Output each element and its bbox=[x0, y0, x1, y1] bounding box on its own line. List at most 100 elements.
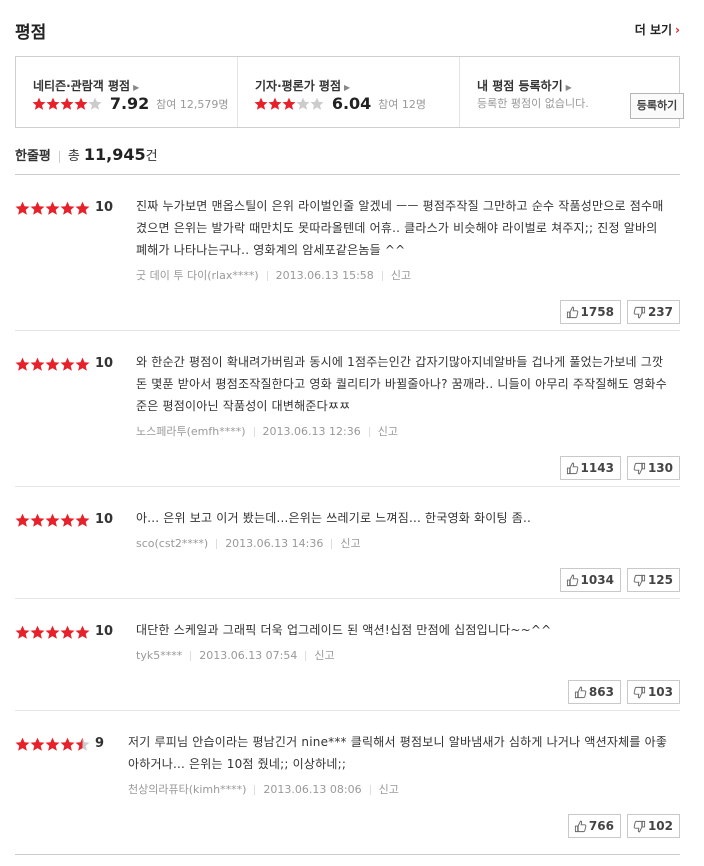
star-icon bbox=[60, 513, 75, 527]
report-link[interactable]: 신고 bbox=[378, 425, 398, 438]
audience-score: 7.92 bbox=[109, 94, 150, 113]
rating-header: 평점 더 보기 › bbox=[15, 18, 680, 46]
thumbs-up-icon bbox=[574, 685, 589, 699]
audience-rating-panel: 네티즌·관람객 평점 ▶ 7.92 참여 12,579명 bbox=[16, 57, 237, 127]
like-button[interactable]: 1758 bbox=[559, 300, 621, 324]
star-icon bbox=[15, 513, 30, 527]
star-icon bbox=[60, 201, 75, 215]
critic-score: 6.04 bbox=[331, 94, 372, 113]
dislike-count: 237 bbox=[647, 305, 673, 319]
star-icon bbox=[310, 97, 324, 110]
star-icon bbox=[15, 201, 30, 215]
star-icon bbox=[30, 625, 45, 639]
review-total-count: 11,945 bbox=[83, 145, 146, 164]
separator bbox=[381, 271, 383, 281]
star-icon bbox=[15, 357, 30, 371]
star-icon bbox=[30, 201, 45, 215]
star-icon bbox=[45, 201, 60, 215]
thumbs-up-icon bbox=[566, 573, 581, 587]
review-author[interactable]: 노스페라투(emfh****) bbox=[136, 425, 246, 438]
report-link[interactable]: 신고 bbox=[314, 649, 334, 662]
review-item: 10 진짜 누가보면 맨옵스틸이 은위 라이벌인줄 알겠네 ㅡㅡ 평점주작질 그… bbox=[15, 175, 680, 331]
rating-summary-box: 네티즌·관람객 평점 ▶ 7.92 참여 12,579명 기자·평론가 평점 ▶ 6… bbox=[15, 56, 684, 128]
dislike-button[interactable]: 130 bbox=[626, 456, 680, 480]
dislike-button[interactable]: 237 bbox=[626, 300, 680, 324]
separator bbox=[331, 539, 333, 549]
my-rating-note: 등록한 평점이 없습니다. bbox=[477, 97, 589, 110]
report-link[interactable]: 신고 bbox=[379, 783, 399, 796]
review-author[interactable]: 천상의라퓨타(kimh****) bbox=[128, 783, 246, 796]
my-rating-link[interactable]: 내 평점 등록하기 ▶ bbox=[477, 77, 572, 94]
star-icon bbox=[75, 737, 90, 751]
critic-rating-link[interactable]: 기자·평론가 평점 ▶ bbox=[255, 77, 350, 94]
star-icon bbox=[30, 737, 45, 751]
review-score: 9 bbox=[95, 736, 105, 751]
star-icon bbox=[75, 625, 90, 639]
review-score: 10 bbox=[95, 624, 114, 639]
star-icon bbox=[60, 737, 75, 751]
section-title: 평점 bbox=[15, 23, 47, 43]
review-star-rating bbox=[15, 625, 90, 640]
star-icon bbox=[45, 357, 60, 371]
star-icon bbox=[45, 625, 60, 639]
like-count: 766 bbox=[588, 819, 614, 833]
total-prefix: 총 bbox=[67, 149, 80, 164]
review-star-rating bbox=[15, 737, 90, 752]
star-icon bbox=[282, 97, 296, 110]
caret-right-icon: ▶ bbox=[133, 83, 140, 92]
separator bbox=[368, 427, 370, 437]
report-link[interactable]: 신고 bbox=[391, 269, 411, 282]
one-line-review-label: 한줄평 bbox=[15, 149, 51, 164]
review-author[interactable]: sco(cst2****) bbox=[136, 537, 208, 550]
report-link[interactable]: 신고 bbox=[340, 537, 360, 550]
like-count: 1034 bbox=[580, 573, 614, 587]
review-score: 10 bbox=[95, 200, 114, 215]
my-rating-label: 내 평점 등록하기 bbox=[477, 79, 563, 93]
review-score: 10 bbox=[95, 512, 114, 527]
separator bbox=[254, 785, 256, 795]
critic-participants: 참여 12명 bbox=[378, 97, 426, 111]
review-author[interactable]: 굿 데이 투 다이(rlax****) bbox=[136, 269, 259, 282]
review-item: 10 대단한 스케일과 그래픽 더욱 업그레이드 된 액션!십점 만점에 십점입… bbox=[15, 599, 680, 711]
star-icon bbox=[88, 97, 102, 110]
like-button[interactable]: 863 bbox=[567, 680, 621, 704]
audience-rating-link[interactable]: 네티즌·관람객 평점 ▶ bbox=[33, 77, 139, 94]
count-unit: 건 bbox=[145, 149, 158, 164]
dislike-count: 103 bbox=[647, 685, 673, 699]
more-link[interactable]: 더 보기 › bbox=[635, 21, 680, 38]
review-score: 10 bbox=[95, 356, 114, 371]
like-button[interactable]: 1034 bbox=[559, 568, 621, 592]
dislike-button[interactable]: 102 bbox=[626, 814, 680, 838]
critic-rating-label: 기자·평론가 평점 bbox=[255, 79, 342, 93]
review-date: 2013.06.13 14:36 bbox=[225, 537, 324, 550]
like-button[interactable]: 766 bbox=[567, 814, 621, 838]
star-icon bbox=[75, 357, 90, 371]
register-rating-button[interactable]: 등록하기 bbox=[630, 93, 684, 119]
review-text: 아... 은위 보고 이거 봤는데...은위는 쓰레기로 느껴짐... 한국영화… bbox=[136, 511, 532, 525]
dislike-button[interactable]: 103 bbox=[626, 680, 680, 704]
separator bbox=[190, 651, 192, 661]
star-icon bbox=[74, 97, 88, 110]
audience-star-rating bbox=[32, 96, 102, 111]
review-star-rating bbox=[15, 201, 90, 216]
chevron-right-icon: › bbox=[675, 23, 680, 37]
star-icon bbox=[268, 97, 282, 110]
critic-star-rating bbox=[254, 96, 324, 111]
like-button[interactable]: 1143 bbox=[559, 456, 621, 480]
thumbs-down-icon bbox=[633, 573, 648, 587]
separator bbox=[253, 427, 255, 437]
review-item: 9 저기 루피님 안습이라는 평남긴거 nine*** 클릭해서 평점보니 알바… bbox=[15, 711, 680, 855]
review-item: 10 아... 은위 보고 이거 봤는데...은위는 쓰레기로 느껴짐... 한… bbox=[15, 487, 680, 599]
star-icon bbox=[296, 97, 310, 110]
star-icon bbox=[46, 97, 60, 110]
star-icon bbox=[60, 357, 75, 371]
critic-rating-panel: 기자·평론가 평점 ▶ 6.04 참여 12명 bbox=[237, 57, 459, 127]
dislike-button[interactable]: 125 bbox=[626, 568, 680, 592]
star-icon bbox=[30, 513, 45, 527]
caret-right-icon: ▶ bbox=[565, 83, 572, 92]
review-date: 2013.06.13 12:36 bbox=[262, 425, 361, 438]
dislike-count: 125 bbox=[647, 573, 673, 587]
more-label: 더 보기 bbox=[634, 23, 673, 37]
separator bbox=[58, 150, 60, 163]
review-author[interactable]: tyk5**** bbox=[136, 649, 182, 662]
